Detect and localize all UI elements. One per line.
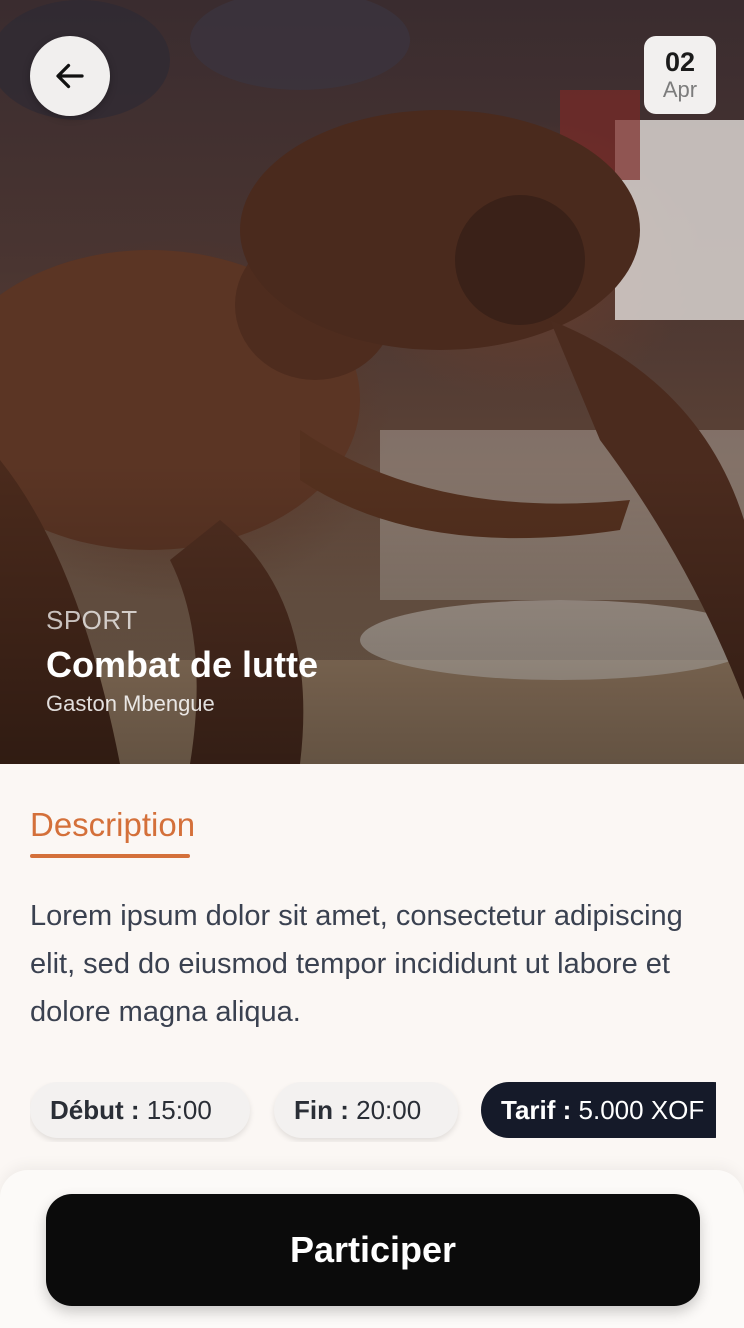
info-chips-row[interactable]: Début : 15:00 Fin : 20:00 Tarif : 5.000 … <box>30 1082 716 1142</box>
price-chip: Tarif : 5.000 XOF <box>481 1082 716 1138</box>
participate-button[interactable]: Participer <box>46 1194 700 1306</box>
start-time-value: 15:00 <box>146 1095 212 1125</box>
start-time-label: Début : <box>50 1095 140 1125</box>
price-value: 5.000 XOF <box>578 1095 705 1125</box>
end-time-chip: Fin : 20:00 <box>274 1082 458 1138</box>
start-time-chip: Début : 15:00 <box>30 1082 250 1138</box>
back-button[interactable] <box>30 36 110 116</box>
event-description: Lorem ipsum dolor sit amet, consectetur … <box>30 900 683 1028</box>
event-date-badge: 02 Apr <box>644 36 716 114</box>
date-month: Apr <box>662 77 698 102</box>
event-category: SPORT <box>46 605 138 635</box>
date-day: 02 <box>664 47 696 77</box>
event-title: Combat de lutte <box>46 644 319 685</box>
event-organizer: Gaston Mbengue <box>46 691 215 716</box>
end-time-value: 20:00 <box>356 1095 422 1125</box>
end-time-label: Fin : <box>294 1095 349 1125</box>
price-label: Tarif : <box>501 1095 572 1125</box>
tab-description[interactable]: Description <box>30 804 195 846</box>
event-header-text: SPORT Combat de lutte Gaston Mbengue <box>46 604 318 718</box>
tab-active-indicator <box>30 854 190 858</box>
arrow-left-icon <box>56 63 84 89</box>
bottom-action-bar: Participer <box>0 1170 744 1328</box>
